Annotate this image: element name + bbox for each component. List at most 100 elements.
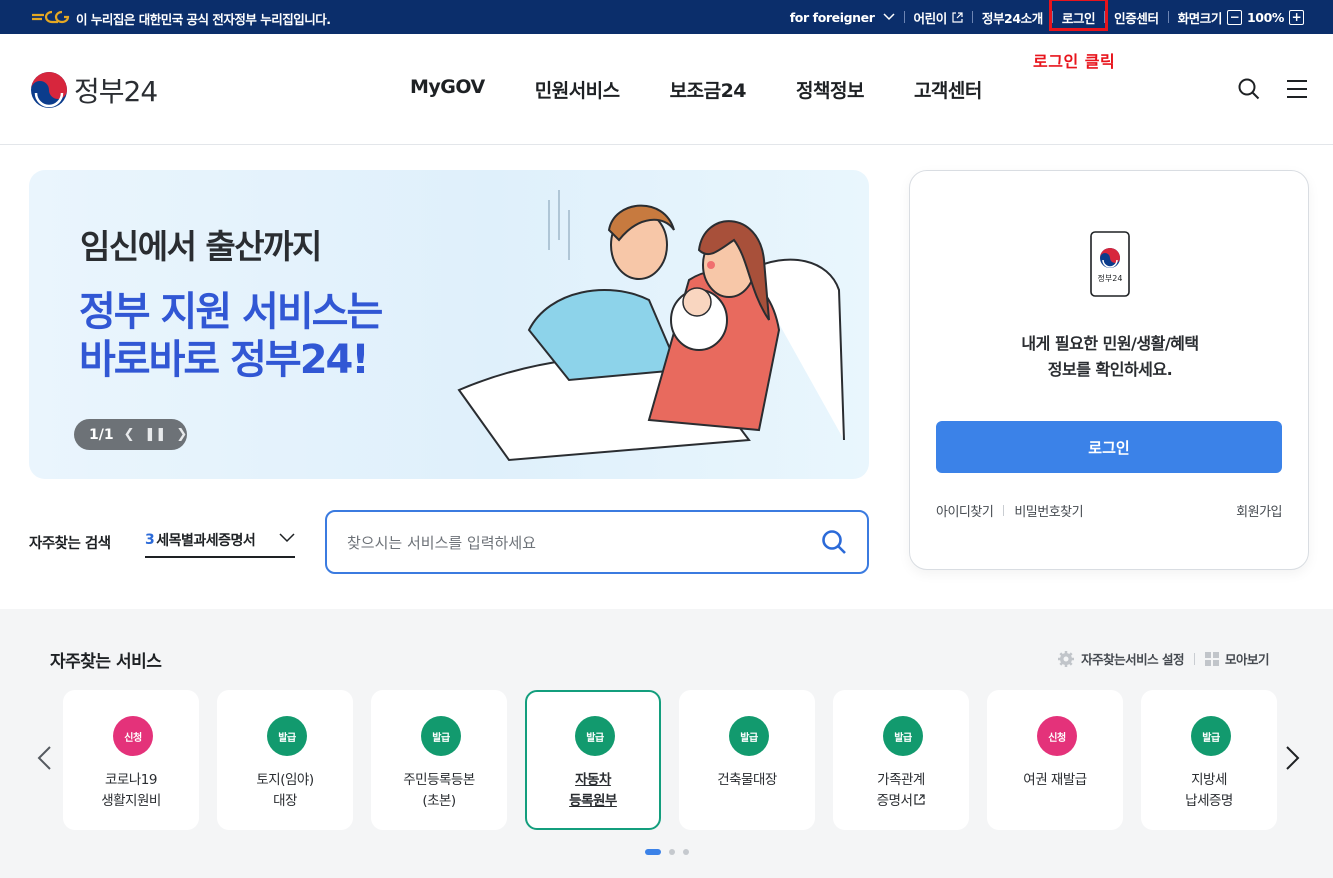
service-card-resident-register[interactable]: 발급 주민등록등본 (초본) xyxy=(371,690,507,830)
view-all-button[interactable]: 모아보기 xyxy=(1204,649,1270,668)
family-illustration xyxy=(457,190,845,462)
carousel-pagination xyxy=(645,849,697,855)
chevron-left-icon[interactable] xyxy=(36,745,52,771)
kids-link[interactable]: 어린이 xyxy=(914,8,963,27)
login-message-line2: 정보를 확인하세요. xyxy=(1047,360,1173,379)
external-link-icon xyxy=(914,794,925,805)
frequent-search-value: 세목별과세증명서 xyxy=(156,533,256,549)
login-button[interactable]: 로그인 xyxy=(936,421,1282,473)
top-login-link[interactable]: 로그인 xyxy=(1048,0,1108,31)
frequent-search-rank: 3 xyxy=(145,532,155,548)
badge-issue: 발급 xyxy=(883,716,923,756)
account-links: 아이디찾기 비밀번호찾기 xyxy=(936,501,1084,520)
chevron-left-icon[interactable]: ❮ xyxy=(124,427,135,442)
find-id-link[interactable]: 아이디찾기 xyxy=(936,501,994,520)
service-search-box xyxy=(325,510,869,574)
chevron-down-icon xyxy=(883,13,895,21)
about-gov24-link[interactable]: 정부24소개 xyxy=(982,8,1043,27)
signup-link[interactable]: 회원가입 xyxy=(1236,501,1282,520)
badge-issue: 발급 xyxy=(575,716,615,756)
login-message-line1: 내게 필요한 민원/생활/혜택 xyxy=(1021,334,1199,353)
utility-menu: for foreigner 어린이 정부24소개 로그인 인증센터 화면크기 −… xyxy=(790,0,1309,34)
pause-icon[interactable]: ❚❚ xyxy=(145,427,167,442)
zoom-level: 100% xyxy=(1246,9,1284,25)
badge-issue: 발급 xyxy=(1191,716,1231,756)
carousel-dot[interactable] xyxy=(683,849,689,855)
divider xyxy=(903,11,905,23)
divider xyxy=(1193,652,1195,665)
banner-page-count: 1/1 xyxy=(89,426,114,443)
chevron-right-icon[interactable]: ❯ xyxy=(176,427,187,442)
banner-title-line1: 정부 지원 서비스는 xyxy=(79,289,383,335)
cert-center-link[interactable]: 인증센터 xyxy=(1114,8,1159,27)
gov-banner: 이 누리집은 대한민국 공식 전자정부 누리집입니다. for foreigne… xyxy=(0,0,1333,34)
zoom-out-button[interactable]: − xyxy=(1226,9,1242,25)
external-link-icon xyxy=(952,11,963,23)
frequent-settings-button[interactable]: 자주찾는서비스 설정 xyxy=(1057,649,1184,668)
frequent-services-section: 자주찾는 서비스 자주찾는서비스 설정 모아보기 신청 코로나19 생활지원비 xyxy=(0,609,1333,878)
service-card-passport-reissue[interactable]: 신청 여권 재발급 xyxy=(987,690,1123,830)
nav-mygov[interactable]: MyGOV xyxy=(410,76,485,103)
badge-apply: 신청 xyxy=(1037,716,1077,756)
gov-emblem-icon xyxy=(32,10,70,24)
divider xyxy=(1003,505,1005,516)
gov-notice: 이 누리집은 대한민국 공식 전자정부 누리집입니다. xyxy=(76,12,331,27)
chevron-down-icon xyxy=(279,533,295,543)
service-card-label: 코로나19 생활지원비 xyxy=(101,772,161,809)
service-card-family-certificate[interactable]: 발급 가족관계 증명서 xyxy=(833,690,969,830)
divider xyxy=(971,11,973,23)
phone-app-icon: 정부24 xyxy=(1090,231,1130,297)
service-card-label: 가족관계 증명서 xyxy=(835,770,967,812)
frequent-services-tools: 자주찾는서비스 설정 모아보기 xyxy=(1057,649,1270,668)
service-card-list: 신청 코로나19 생활지원비 발급 토지(임야) 대장 발급 주민등록등본 (초… xyxy=(63,690,1277,830)
service-card-label: 지방세 납세증명 xyxy=(1185,772,1233,809)
nav-customer-center[interactable]: 고객센터 xyxy=(914,76,982,103)
banner-title: 정부 지원 서비스는 바로바로 정부24! xyxy=(79,288,383,384)
login-card: 정부24 내게 필요한 민원/생활/혜택 정보를 확인하세요. 로그인 아이디찾… xyxy=(909,170,1309,570)
search-icon[interactable] xyxy=(821,529,847,555)
carousel-dot-active[interactable] xyxy=(645,849,661,855)
site-header: 정부24 MyGOV 민원서비스 보조금24 정책정보 고객센터 xyxy=(0,34,1333,145)
login-message: 내게 필요한 민원/생활/혜택 정보를 확인하세요. xyxy=(910,331,1310,383)
carousel-dot[interactable] xyxy=(669,849,675,855)
for-foreigner-link[interactable]: for foreigner xyxy=(790,10,895,25)
service-card-label: 건축물대장 xyxy=(717,772,777,788)
service-card-local-tax-certificate[interactable]: 발급 지방세 납세증명 xyxy=(1141,690,1277,830)
frequent-search-label: 자주찾는 검색 xyxy=(29,536,111,552)
badge-issue: 발급 xyxy=(267,716,307,756)
hero-banner[interactable]: 임신에서 출산까지 정부 지원 서비스는 바로바로 정부24! 1/1 ❮ ❚❚… xyxy=(29,170,869,479)
screen-size-label: 화면크기 xyxy=(1177,10,1223,26)
for-foreigner-label: for foreigner xyxy=(789,9,875,25)
service-card-vehicle-register[interactable]: 발급 자동차 등록원부 xyxy=(525,690,661,830)
chevron-right-icon[interactable] xyxy=(1285,745,1301,771)
zoom-in-button[interactable]: + xyxy=(1289,9,1304,25)
frequent-search-select[interactable]: 3 세목별과세증명서 xyxy=(145,524,295,558)
main-nav: MyGOV 민원서비스 보조금24 정책정보 고객센터 xyxy=(385,76,1007,103)
nav-subsidy24[interactable]: 보조금24 xyxy=(670,76,747,103)
gear-icon xyxy=(1058,650,1075,667)
logo-text: 정부24 xyxy=(74,75,158,108)
service-card-building-register[interactable]: 발급 건축물대장 xyxy=(679,690,815,830)
gov24-logo[interactable]: 정부24 xyxy=(30,70,158,110)
service-card-label: 토지(임야) 대장 xyxy=(256,772,314,809)
nav-policy-info[interactable]: 정책정보 xyxy=(796,76,864,103)
taegeuk-icon xyxy=(31,72,67,108)
frequent-services-title: 자주찾는 서비스 xyxy=(50,652,162,672)
nav-civil-service[interactable]: 민원서비스 xyxy=(535,76,620,103)
hamburger-menu-icon[interactable] xyxy=(1286,80,1308,98)
service-card-label: 여권 재발급 xyxy=(1023,772,1087,788)
banner-title-line2: 바로바로 정부24! xyxy=(79,337,370,383)
divider xyxy=(1167,11,1169,23)
view-all-label: 모아보기 xyxy=(1224,652,1270,667)
frequent-settings-label: 자주찾는서비스 설정 xyxy=(1081,652,1184,667)
grid-icon xyxy=(1204,651,1219,666)
badge-issue: 발급 xyxy=(729,716,769,756)
search-icon[interactable] xyxy=(1238,78,1260,100)
find-password-link[interactable]: 비밀번호찾기 xyxy=(1014,501,1083,520)
service-card-land-register[interactable]: 발급 토지(임야) 대장 xyxy=(217,690,353,830)
banner-subtitle: 임신에서 출산까지 xyxy=(80,227,322,266)
service-card-covid-support[interactable]: 신청 코로나19 생활지원비 xyxy=(63,690,199,830)
service-search-input[interactable] xyxy=(347,530,807,556)
kids-label: 어린이 xyxy=(913,10,948,26)
badge-issue: 발급 xyxy=(421,716,461,756)
